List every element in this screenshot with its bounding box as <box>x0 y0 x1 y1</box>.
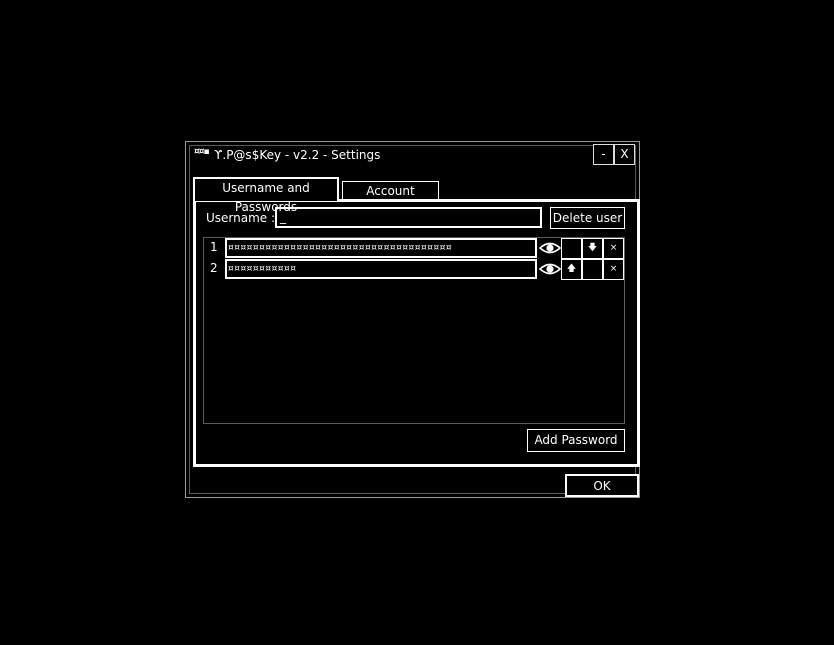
row-index: 2 <box>210 261 218 275</box>
eye-icon[interactable] <box>539 239 561 257</box>
title-bar[interactable]: ¤¤▪ ϒ.P@s$Key - v2.2 - Settings - X <box>190 144 635 167</box>
delete-password-button[interactable]: × <box>603 259 624 280</box>
row-index: 1 <box>210 240 218 254</box>
tab-panel: Username : _ Delete user 1 ¤¤¤¤¤¤¤¤¤¤¤¤¤… <box>193 199 640 467</box>
eye-icon[interactable] <box>539 260 561 278</box>
move-up-button[interactable]: 🡅 <box>561 259 582 280</box>
move-down-button[interactable] <box>582 259 603 280</box>
window-frame: ¤¤▪ ϒ.P@s$Key - v2.2 - Settings - X User… <box>189 144 640 497</box>
username-input[interactable]: _ <box>275 207 542 228</box>
password-row: 2 ¤¤¤¤¤¤¤¤¤¤¤ 🡅 × <box>204 259 624 280</box>
app-logo-icon: ¤¤▪ <box>194 147 210 157</box>
password-field[interactable]: ¤¤¤¤¤¤¤¤¤¤¤¤¤¤¤¤¤¤¤¤¤¤¤¤¤¤¤¤¤¤¤¤¤¤¤¤ <box>225 238 537 258</box>
move-down-button[interactable]: 🡇 <box>582 238 603 259</box>
delete-user-button[interactable]: Delete user <box>550 207 625 229</box>
tab-account-settings[interactable]: Account settings <box>342 181 439 217</box>
close-button[interactable]: X <box>614 144 635 165</box>
delete-password-button[interactable]: × <box>603 238 624 259</box>
password-list: 1 ¤¤¤¤¤¤¤¤¤¤¤¤¤¤¤¤¤¤¤¤¤¤¤¤¤¤¤¤¤¤¤¤¤¤¤¤ 🡇… <box>203 237 625 424</box>
password-row: 1 ¤¤¤¤¤¤¤¤¤¤¤¤¤¤¤¤¤¤¤¤¤¤¤¤¤¤¤¤¤¤¤¤¤¤¤¤ 🡇… <box>204 238 624 259</box>
password-field[interactable]: ¤¤¤¤¤¤¤¤¤¤¤ <box>225 259 537 279</box>
add-password-button[interactable]: Add Password <box>527 429 625 452</box>
settings-window: ¤¤▪ ϒ.P@s$Key - v2.2 - Settings - X User… <box>185 141 640 498</box>
minimize-button[interactable]: - <box>593 144 614 165</box>
window-title: ϒ.P@s$Key - v2.2 - Settings <box>214 148 381 162</box>
ok-button[interactable]: OK <box>565 474 639 497</box>
move-up-button[interactable] <box>561 238 582 259</box>
tab-username-and-passwords[interactable]: Username and Passwords <box>193 177 339 214</box>
